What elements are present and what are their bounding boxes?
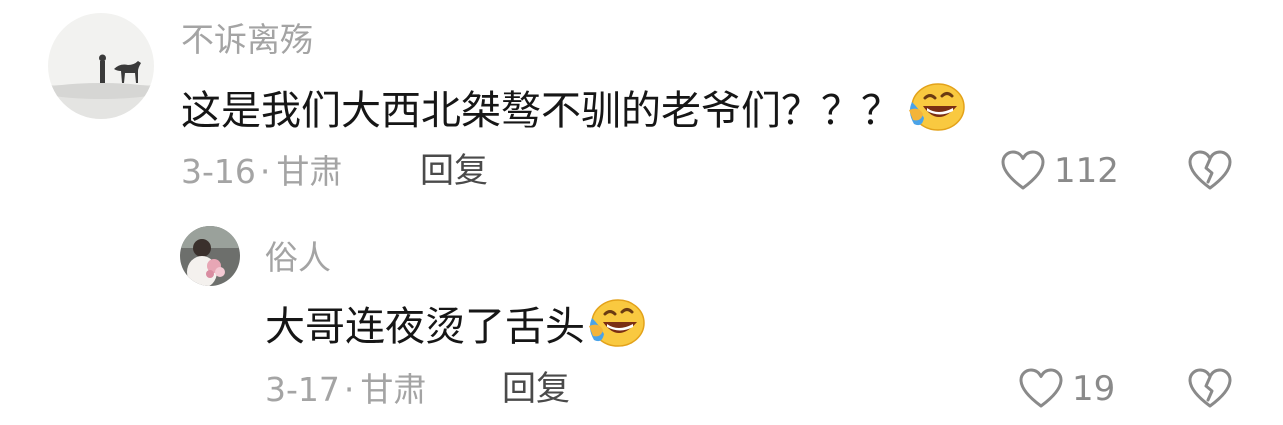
- reply-button[interactable]: 回复: [420, 154, 488, 188]
- like-button[interactable]: 19: [1018, 368, 1115, 410]
- broken-heart-icon: [1188, 150, 1232, 190]
- comment-meta: 3-17 · 甘肃: [265, 373, 426, 406]
- comment-location: 甘肃: [360, 370, 427, 409]
- comment-body: 这是我们大西北桀骜不驯的老爷们？？？: [181, 87, 901, 134]
- like-count: 112: [1054, 151, 1119, 191]
- heart-outline-icon: [1019, 368, 1063, 408]
- laughing-crying-emoji-icon: [907, 82, 965, 139]
- username[interactable]: 不诉离殇: [181, 23, 313, 56]
- comment-location: 甘肃: [276, 152, 343, 191]
- avatar-image: [180, 226, 240, 286]
- dislike-button[interactable]: [1187, 150, 1233, 196]
- dislike-button[interactable]: [1187, 368, 1233, 414]
- avatar[interactable]: [180, 226, 240, 286]
- comment-meta: 3-16 · 甘肃: [181, 155, 342, 188]
- comment-date: 3-17: [265, 370, 340, 409]
- avatar[interactable]: [48, 13, 154, 119]
- comment-text: 这是我们大西北桀骜不驯的老爷们？？？: [181, 82, 965, 139]
- username[interactable]: 俗人: [265, 241, 331, 274]
- comment-date: 3-16: [181, 152, 256, 191]
- meta-separator: ·: [343, 370, 355, 409]
- comment-text: 大哥连夜烫了舌头: [265, 298, 645, 355]
- avatar-image: [48, 13, 154, 119]
- laughing-crying-emoji-icon: [587, 298, 645, 355]
- heart-outline-icon: [1001, 150, 1045, 190]
- reply-button[interactable]: 回复: [502, 372, 570, 406]
- meta-separator: ·: [259, 152, 271, 191]
- comment-body: 大哥连夜烫了舌头: [265, 303, 585, 350]
- broken-heart-icon: [1188, 368, 1232, 408]
- like-button[interactable]: 112: [1000, 150, 1119, 192]
- like-count: 19: [1072, 369, 1116, 409]
